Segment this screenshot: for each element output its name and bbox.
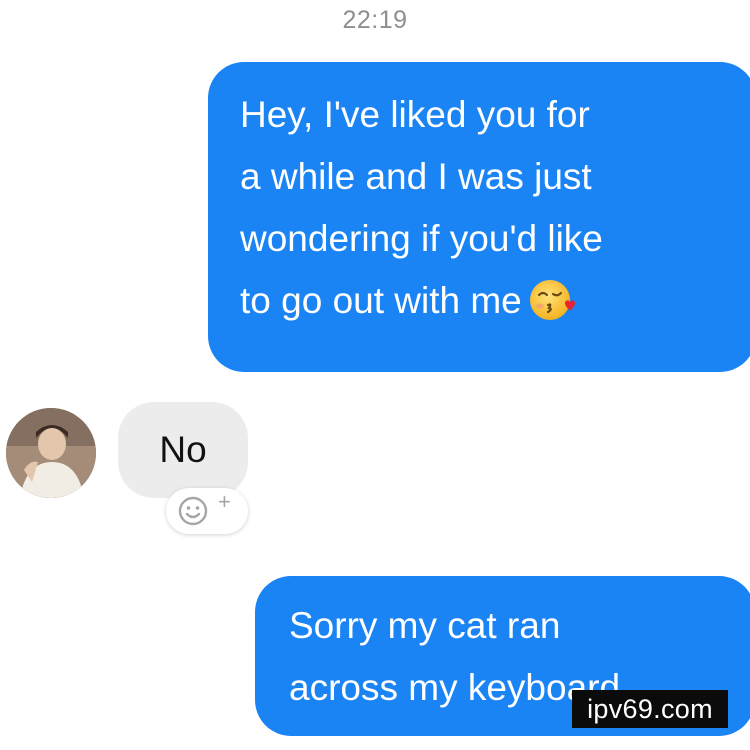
plus-icon: +: [218, 489, 231, 514]
chat-screen: 22:19 Hey, I've liked you for a while an…: [0, 0, 750, 750]
message-line: wondering if you'd like: [240, 218, 603, 259]
outgoing-message-bubble[interactable]: Hey, I've liked you for a while and I wa…: [208, 62, 750, 372]
message-line: Sorry my cat ran: [289, 605, 561, 646]
message-line: a while and I was just: [240, 156, 592, 197]
message-line: Hey, I've liked you for: [240, 94, 590, 135]
watermark-label: ipv69.com: [572, 690, 728, 728]
message-line-with-emoji: to go out with me: [240, 270, 736, 332]
kissing-face-emoji-icon: [529, 280, 575, 320]
message-timestamp: 22:19: [342, 6, 408, 34]
person-photo-icon: [6, 408, 96, 498]
message-line-text: to go out with me: [240, 280, 522, 321]
incoming-message-bubble[interactable]: No: [118, 402, 248, 498]
add-reaction-button[interactable]: +: [166, 488, 248, 534]
contact-avatar[interactable]: [6, 408, 96, 498]
add-reaction-icon: [178, 496, 208, 526]
